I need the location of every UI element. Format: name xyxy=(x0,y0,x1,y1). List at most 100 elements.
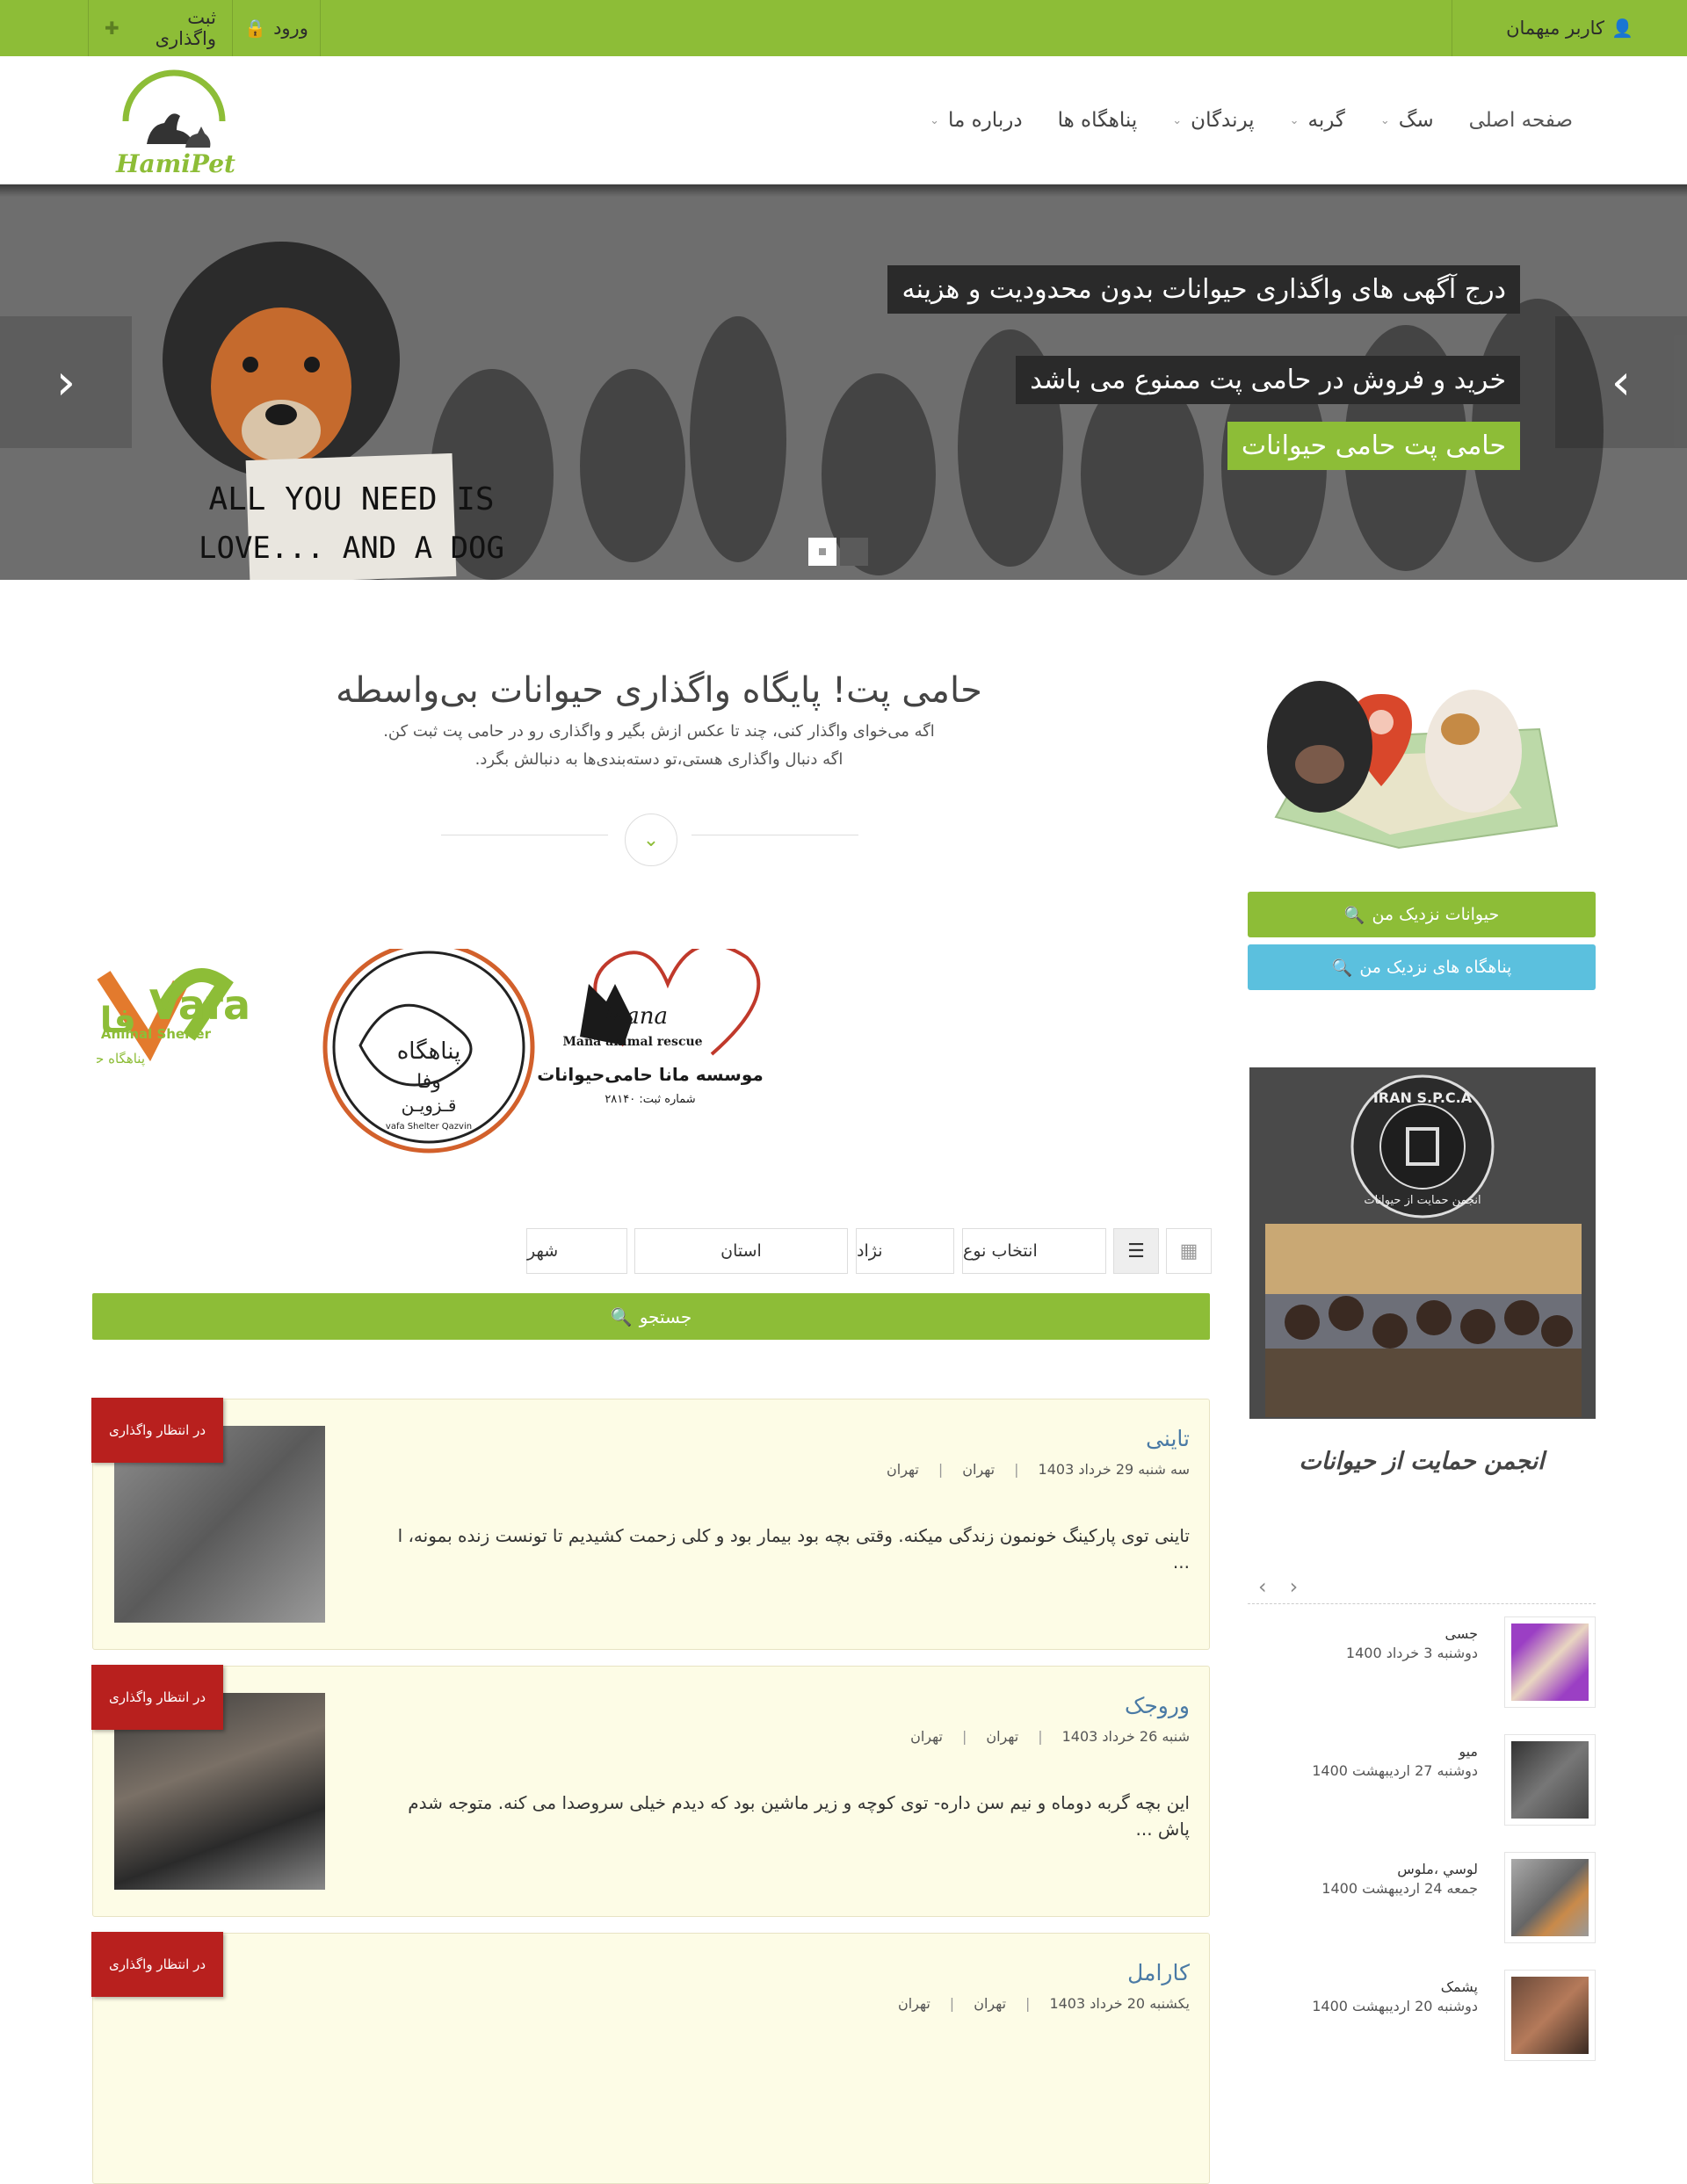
svg-text:فا: فا xyxy=(100,1001,136,1041)
recent-post-name[interactable]: پشمک xyxy=(1441,1978,1478,1995)
grid-icon: ▦ xyxy=(1179,1240,1198,1262)
login-link[interactable]: ورود 🔒 xyxy=(233,0,321,56)
chevron-down-icon: ⌄ xyxy=(1172,113,1183,127)
nav-home[interactable]: صفحه اصلی xyxy=(1469,109,1573,132)
login-label: ورود xyxy=(273,18,308,39)
near-pets-label: حیوانات نزدیک من xyxy=(1372,905,1500,924)
register-adoption-link[interactable]: ثبت واگذاری ✚ xyxy=(88,0,233,56)
list-view-button[interactable]: ☰ xyxy=(1113,1228,1159,1274)
chevron-right-icon: › xyxy=(1611,353,1632,411)
svg-text:vafa Shelter Qazvin: vafa Shelter Qazvin xyxy=(386,1122,472,1132)
svg-text:وفا: وفا xyxy=(416,1071,441,1093)
breed-select[interactable]: نژاد xyxy=(856,1228,954,1274)
listing-title[interactable]: تاینی xyxy=(1146,1426,1190,1451)
chevron-right-icon[interactable]: › xyxy=(1258,1574,1267,1599)
page-subtitle-2: اگه دنبال واگذاری هستی،تو دسته‌بندی‌ها ب… xyxy=(474,750,844,769)
near-shelters-button[interactable]: پناهگاه های نزدیک من 🔍 xyxy=(1248,944,1596,990)
chevron-left-icon[interactable]: ‹ xyxy=(1290,1574,1299,1599)
pets-map-image xyxy=(1267,681,1559,850)
svg-text:پناهگاه: پناهگاه xyxy=(397,1038,461,1065)
spca-banner[interactable]: IRAN S.P.C.A انجمن حمایت از حیوانات xyxy=(1249,1067,1596,1419)
qazvin-shelter-logo[interactable]: پناهگاه وفا قـزویـن vafa Shelter Qazvin xyxy=(322,941,535,1153)
near-shelters-label: پناهگاه های نزدیک من xyxy=(1359,958,1512,977)
plus-icon: ✚ xyxy=(105,18,119,39)
recent-post[interactable]: جسی دوشنبه 3 خرداد 1400 xyxy=(1248,1616,1596,1713)
search-button[interactable]: جستجو 🔍 xyxy=(92,1293,1210,1340)
mana-rescue-logo[interactable]: Mana Mana animal rescue موسسه مانا حامی‌… xyxy=(537,943,764,1106)
meta-separator: | xyxy=(1038,1728,1043,1745)
province-select[interactable]: استان xyxy=(634,1228,848,1274)
slider-pagination xyxy=(808,538,868,566)
recent-post[interactable]: پشمک دوشنبه 20 اردیبهشت 1400 xyxy=(1248,1970,1596,2066)
recent-post-thumb[interactable] xyxy=(1504,1852,1596,1943)
recent-post-thumb[interactable] xyxy=(1504,1734,1596,1826)
slider-next-button[interactable]: › xyxy=(1555,316,1687,448)
nav-dog[interactable]: سگ ⌄ xyxy=(1380,109,1434,132)
grid-view-button[interactable]: ▦ xyxy=(1166,1228,1212,1274)
nav-about[interactable]: درباره ما ⌄ xyxy=(930,109,1022,132)
guest-user-link[interactable]: 👤 کاربر میهمان xyxy=(1452,0,1687,56)
search-icon: 🔍 xyxy=(1331,958,1353,978)
recent-post-thumb[interactable] xyxy=(1504,1970,1596,2061)
slider-dot[interactable] xyxy=(840,538,868,566)
page-title: حامی پت! پایگاه واگذاری حیوانات بی‌واسطه xyxy=(336,670,982,711)
listing-title[interactable]: وروجک xyxy=(1125,1693,1190,1718)
site-logo[interactable]: HamiPet xyxy=(110,67,242,181)
listing-card[interactable]: در انتظار واگذاری کارامل یکشنبه 20 خرداد… xyxy=(91,1932,1210,2184)
slider-dot-active[interactable] xyxy=(808,538,836,566)
nav-cat[interactable]: گربه ⌄ xyxy=(1290,109,1345,132)
listing-description: تاینی توی پارکینگ خونمون زندگی میکنه. وق… xyxy=(397,1525,1190,1573)
recent-nav: ‹ › xyxy=(1258,1574,1298,1599)
listing-date: سه شنبه 29 خرداد 1403 xyxy=(1038,1461,1190,1478)
nav-dog-label: سگ xyxy=(1398,109,1434,132)
divider-line xyxy=(1248,1603,1596,1604)
status-badge: در انتظار واگذاری xyxy=(91,1665,223,1730)
nav-birds-label: پرندگان xyxy=(1191,109,1255,132)
nav-home-label: صفحه اصلی xyxy=(1468,109,1573,132)
recent-post-name[interactable]: میو xyxy=(1459,1743,1478,1760)
recent-post[interactable]: میو دوشنبه 27 اردیبهشت 1400 xyxy=(1248,1734,1596,1831)
nav-birds[interactable]: پرندگان ⌄ xyxy=(1172,109,1254,132)
chevron-down-icon: ⌄ xyxy=(1289,113,1300,127)
svg-text:LOVE... AND A DOG: LOVE... AND A DOG xyxy=(199,531,504,566)
guest-user-label: کاربر میهمان xyxy=(1506,18,1604,39)
status-badge: در انتظار واگذاری xyxy=(91,1398,223,1463)
nav-shelters[interactable]: پناهگاه ها xyxy=(1058,109,1138,132)
svg-text:Vafa: Vafa xyxy=(149,981,250,1029)
slider-prev-button[interactable]: ‹ xyxy=(0,316,132,448)
lock-icon: 🔒 xyxy=(244,18,267,39)
svg-text:قـزویـن: قـزویـن xyxy=(402,1095,457,1116)
recent-post-date: دوشنبه 20 اردیبهشت 1400 xyxy=(1312,1998,1478,2014)
slider-caption-1: درج آگهی های واگذاری حیوانات بدون محدودی… xyxy=(887,265,1520,314)
city-select[interactable]: شهر xyxy=(526,1228,627,1274)
svg-text:IRAN S.P.C.A: IRAN S.P.C.A xyxy=(1373,1089,1473,1106)
listing-city: تهران xyxy=(910,1728,943,1745)
listing-card[interactable]: در انتظار واگذاری تاینی سه شنبه 29 خرداد… xyxy=(91,1398,1210,1650)
listing-title[interactable]: کارامل xyxy=(1127,1960,1190,1985)
recent-post-name[interactable]: جسی xyxy=(1445,1625,1479,1642)
type-select[interactable]: انتخاب نوع xyxy=(962,1228,1106,1274)
recent-post-name[interactable]: لوسي ،ملوس xyxy=(1397,1861,1478,1877)
recent-post-thumb[interactable] xyxy=(1504,1616,1596,1708)
meta-separator: | xyxy=(949,1995,955,2012)
slider-caption-3: حامی پت حامی حیوانات xyxy=(1227,422,1520,470)
listing-province: تهران xyxy=(962,1461,996,1478)
listing-card[interactable]: در انتظار واگذاری وروجک شنبه 26 خرداد 14… xyxy=(91,1665,1210,1917)
listing-city: تهران xyxy=(897,1995,930,2012)
listing-meta: یکشنبه 20 خرداد 1403 | تهران | تهران xyxy=(898,1995,1190,2012)
svg-text:شماره ثبت: ۲۸۱۴۰: شماره ثبت: ۲۸۱۴۰ xyxy=(605,1093,695,1106)
listing-province: تهران xyxy=(986,1728,1019,1745)
search-icon: 🔍 xyxy=(610,1305,633,1327)
shelter-logos: Vafa Animal Shelter فا پناهگاه حیوانات پ… xyxy=(62,941,773,1160)
listing-meta: سه شنبه 29 خرداد 1403 | تهران | تهران xyxy=(887,1461,1190,1478)
listing-date: شنبه 26 خرداد 1403 xyxy=(1061,1728,1190,1745)
listing-date: یکشنبه 20 خرداد 1403 xyxy=(1049,1995,1190,2012)
listing-city: تهران xyxy=(887,1461,919,1478)
near-pets-button[interactable]: حیوانات نزدیک من 🔍 xyxy=(1248,892,1596,937)
list-icon: ☰ xyxy=(1127,1240,1145,1262)
chevron-down-icon: ⌄ xyxy=(642,828,660,851)
recent-post[interactable]: لوسي ،ملوس جمعه 24 اردیبهشت 1400 xyxy=(1248,1852,1596,1949)
recent-post-date: دوشنبه 3 خرداد 1400 xyxy=(1345,1645,1478,1661)
vafa-shelter-logo[interactable]: Vafa Animal Shelter فا پناهگاه حیوانات xyxy=(62,968,250,1067)
scroll-down-button[interactable]: ⌄ xyxy=(625,814,677,866)
